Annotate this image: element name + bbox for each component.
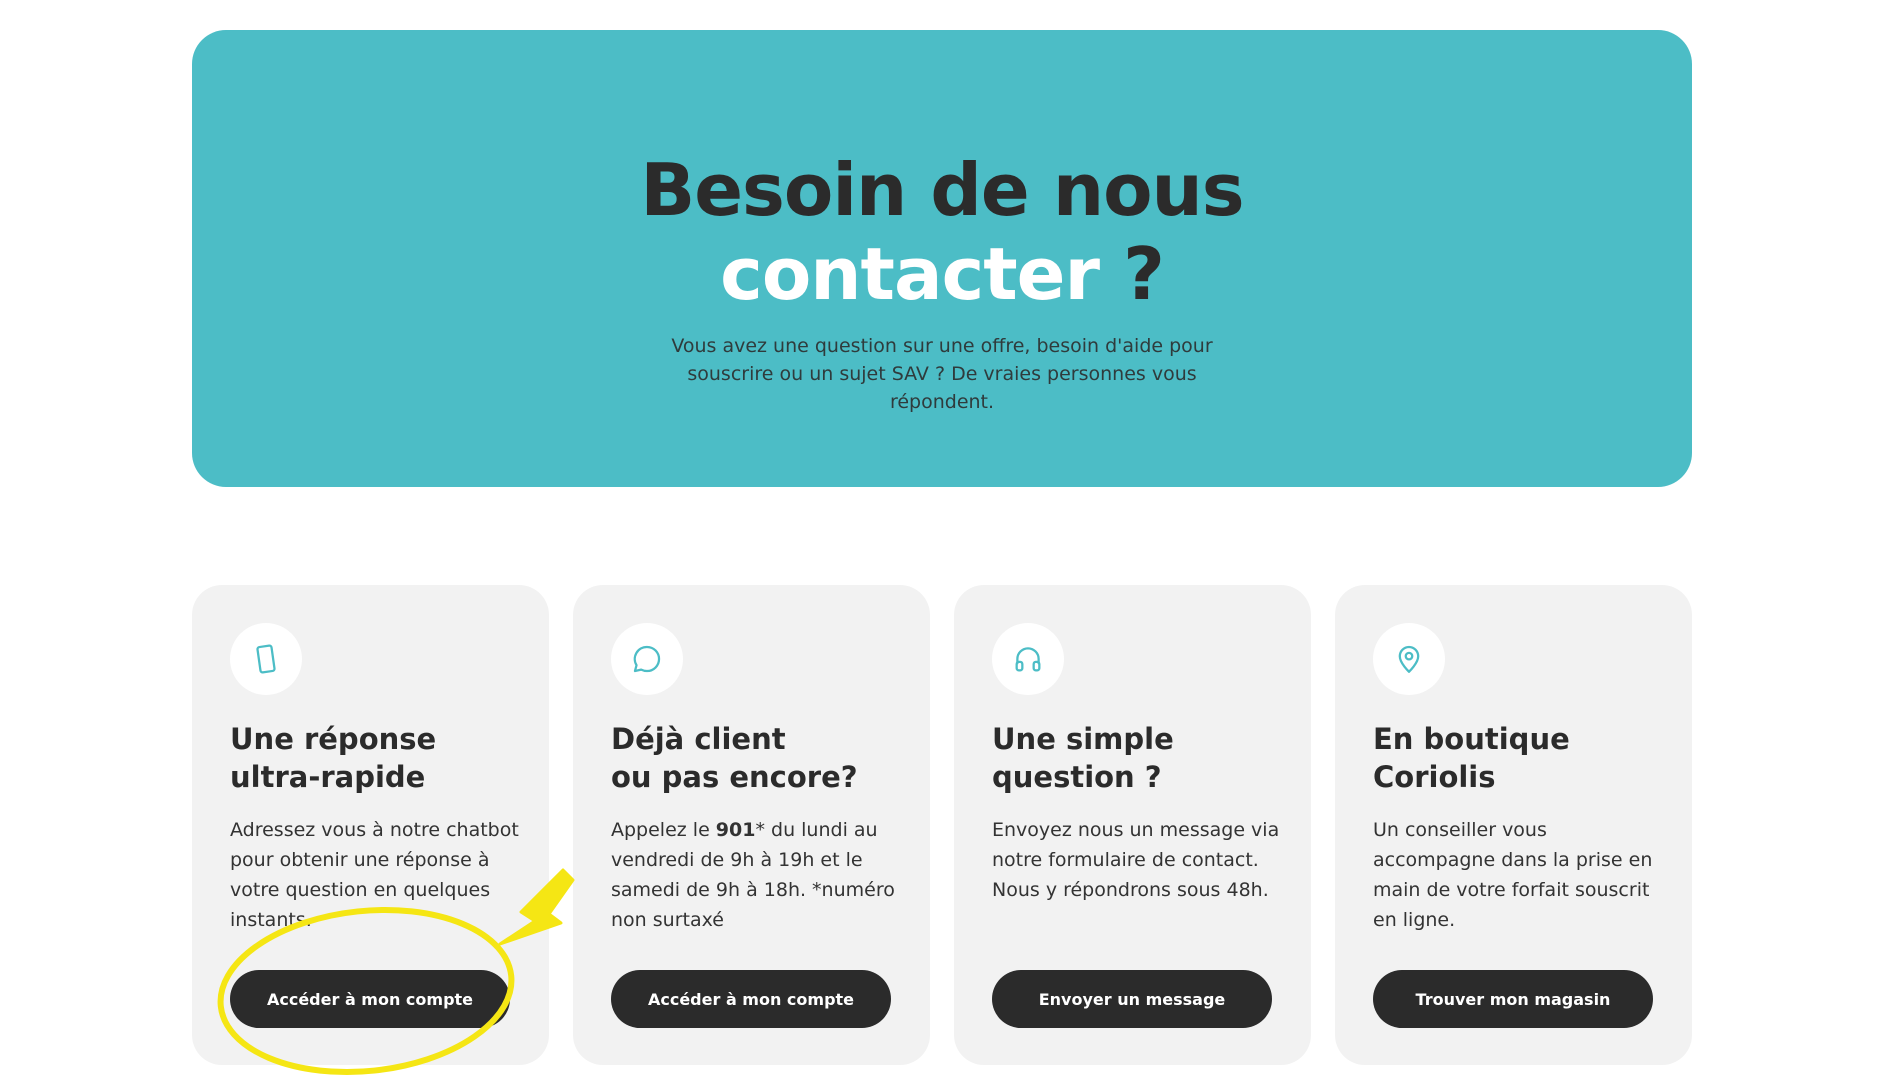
send-message-button[interactable]: Envoyer un message — [992, 970, 1272, 1028]
hero-title-question-mark: ? — [1099, 232, 1165, 316]
card-icon-wrapper — [992, 623, 1064, 695]
contact-page: Besoin de nous contacter ? Vous avez une… — [0, 0, 1900, 1080]
chat-bubble-icon — [633, 645, 661, 673]
card-icon-wrapper — [611, 623, 683, 695]
card-title: Une réponse ultra-rapide — [230, 722, 437, 794]
card-description: Un conseiller vous accompagne dans la pr… — [1373, 819, 1653, 931]
hero-title-line1: Besoin de nous — [640, 148, 1244, 232]
card-text-part: Appelez le — [611, 819, 716, 841]
card-title: Déjà client ou pas encore? — [611, 722, 858, 794]
access-account-button[interactable]: Accéder à mon compte — [230, 970, 510, 1028]
card-icon-wrapper — [230, 623, 302, 695]
hero-subtitle: Vous avez une question sur une offre, be… — [671, 335, 1213, 413]
phone-number: 901 — [715, 819, 756, 841]
card-title: En boutique Coriolis — [1373, 722, 1570, 794]
card-title: Une simple question ? — [992, 722, 1174, 794]
headphones-icon — [1015, 647, 1041, 672]
contact-options: Une réponse ultra-rapide Adressez vous à… — [192, 585, 1692, 1065]
card-description: Adressez vous à notre chatbot pour obten… — [230, 819, 519, 931]
smartphone-icon — [256, 644, 276, 674]
find-store-button[interactable]: Trouver mon magasin — [1373, 970, 1653, 1028]
card-phone-support: Déjà client ou pas encore? Appelez le 90… — [573, 585, 930, 1065]
hero-title: Besoin de nous contacter ? — [192, 148, 1692, 316]
contact-hero-banner: Besoin de nous contacter ? Vous avez une… — [192, 30, 1692, 487]
location-pin-icon — [1398, 645, 1420, 673]
hero-title-line2: contacter ? — [192, 232, 1692, 316]
card-description: Envoyez nous un message via notre formul… — [992, 819, 1280, 901]
card-description: Appelez le 901* du lundi au vendredi de … — [611, 815, 901, 935]
card-icon-wrapper — [1373, 623, 1445, 695]
access-account-button[interactable]: Accéder à mon compte — [611, 970, 891, 1028]
card-contact-form: Une simple question ? Envoyez nous un me… — [954, 585, 1311, 1065]
hero-title-highlight: contacter — [720, 232, 1100, 316]
card-chatbot: Une réponse ultra-rapide Adressez vous à… — [192, 585, 549, 1065]
card-store: En boutique Coriolis Un conseiller vous … — [1335, 585, 1692, 1065]
